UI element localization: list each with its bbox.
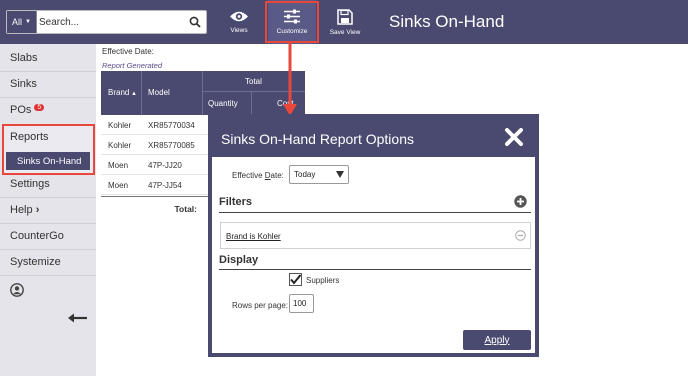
table-row: Kohler XR85770085 [101,135,211,155]
sidebar-divider [0,97,96,98]
cell-brand: Kohler [108,121,132,130]
page-title: Sinks On-Hand [389,12,505,31]
cell-model: XR85770085 [148,141,195,150]
suppliers-label: Suppliers [306,276,340,285]
sidebar-item-sinks-on-hand[interactable]: Sinks On-Hand [6,152,90,170]
report-generated-link[interactable]: Report Generated [102,61,162,70]
apply-button[interactable]: Apply [463,330,531,350]
column-divider [141,71,142,115]
top-bar: All ▼ Views Customize [0,0,688,44]
table-total-row: Total: [101,196,211,218]
search-box: All ▼ [6,10,207,34]
total-label: Total: [174,204,197,214]
sidebar-item-pos[interactable]: POs 5 [10,104,45,116]
search-icon [189,16,201,28]
rows-per-page-label: Rows per page: [232,301,289,310]
chevron-right-icon: › [35,204,40,216]
suppliers-checkbox[interactable] [289,273,302,286]
customize-highlight [265,1,319,43]
sidebar-item-help[interactable]: Help › [10,204,39,216]
report-options-dialog: Sinks On-Hand Report Options Effective D… [208,114,539,357]
sidebar-item-systemize[interactable]: Systemize [10,256,61,268]
sidebar-item-settings[interactable]: Settings [10,178,50,190]
effective-date-value: Today [294,170,316,179]
save-view-button[interactable]: Save View [322,0,368,44]
sidebar-divider [0,275,96,276]
label-text: Effective [232,171,265,180]
filter-item: Brand is Kohler [220,222,531,249]
section-divider [219,269,531,270]
sidebar-divider [0,223,96,224]
sidebar-item-label: Sinks [10,78,37,90]
display-title: Display [219,254,259,266]
label-text: ate: [270,171,284,180]
cell-brand: Moen [108,161,129,170]
user-icon[interactable] [10,283,24,297]
sidebar-item-sinks[interactable]: Sinks [10,78,37,90]
table-row: Kohler XR85770034 [101,115,211,135]
cell-brand: Kohler [108,141,132,150]
report-table-header: Brand ▲ Model Total Quantity Cost [101,71,305,115]
column-header-total: Total [245,77,262,86]
sidebar-item-label: Sinks On-Hand [17,155,82,167]
column-divider [202,71,203,115]
rows-per-page-input[interactable] [289,294,314,313]
sidebar-divider [0,249,96,250]
filters-title: Filters [219,196,253,208]
effective-date-label: Effective Date: [232,171,284,180]
cell-model: 47P-JJ20 [148,161,182,170]
sidebar-item-label: Settings [10,178,50,190]
search-scope-label: All [12,17,23,27]
section-divider [219,212,531,213]
collapse-arrow-icon[interactable] [68,313,88,323]
sidebar-item-countergo[interactable]: CounterGo [10,230,64,242]
sidebar-item-reports[interactable]: Reports [10,131,49,143]
sidebar-item-label: POs [10,104,32,116]
sidebar-divider [0,197,96,198]
chevron-down-icon: ▼ [25,19,31,25]
views-button[interactable]: Views [216,0,262,44]
table-row: Moen 47P-JJ20 [101,155,211,175]
sidebar-item-label: Slabs [10,52,38,64]
chevron-down-icon [336,171,344,178]
eye-icon [230,11,248,22]
search-scope-dropdown[interactable]: All ▼ [7,11,37,33]
checkmark-icon [290,274,302,285]
column-header-model[interactable]: Model [148,88,170,97]
dialog-header: Sinks On-Hand Report Options [212,118,535,157]
close-icon[interactable] [505,128,523,146]
sidebar-item-label: CounterGo [10,230,64,242]
sidebar-item-label: Help [10,204,33,216]
dialog-title: Sinks On-Hand Report Options [221,131,414,147]
pos-count-badge: 5 [34,104,45,111]
column-header-brand[interactable]: Brand ▲ [108,88,137,97]
filter-link[interactable]: Brand is Kohler [226,232,281,241]
sidebar-item-label: Systemize [10,256,61,268]
table-row: Moen 47P-JJ54 [101,175,211,195]
effective-date-select[interactable]: Today [289,165,349,184]
cell-model: 47P-JJ54 [148,181,182,190]
sidebar-item-label: Reports [10,131,49,143]
cell-model: XR85770034 [148,121,195,130]
sidebar: Slabs Sinks POs 5 Reports Sinks On-Hand S… [0,44,96,376]
cell-brand: Moen [108,181,129,190]
search-button[interactable] [184,11,206,33]
save-view-label: Save View [329,28,361,36]
report-effective-date-label: Effective Date: [102,47,154,56]
views-label: Views [230,27,248,34]
sidebar-item-slabs[interactable]: Slabs [10,52,38,64]
column-divider [251,92,252,115]
column-header-quantity[interactable]: Quantity [208,99,238,108]
sort-asc-icon: ▲ [129,91,137,97]
add-filter-icon[interactable] [514,195,527,208]
search-input[interactable] [39,12,187,32]
sidebar-divider [0,71,96,72]
floppy-disk-icon [337,8,353,25]
callout-arrow [283,42,297,116]
column-label: Brand [108,88,130,97]
remove-filter-icon[interactable] [515,230,526,241]
